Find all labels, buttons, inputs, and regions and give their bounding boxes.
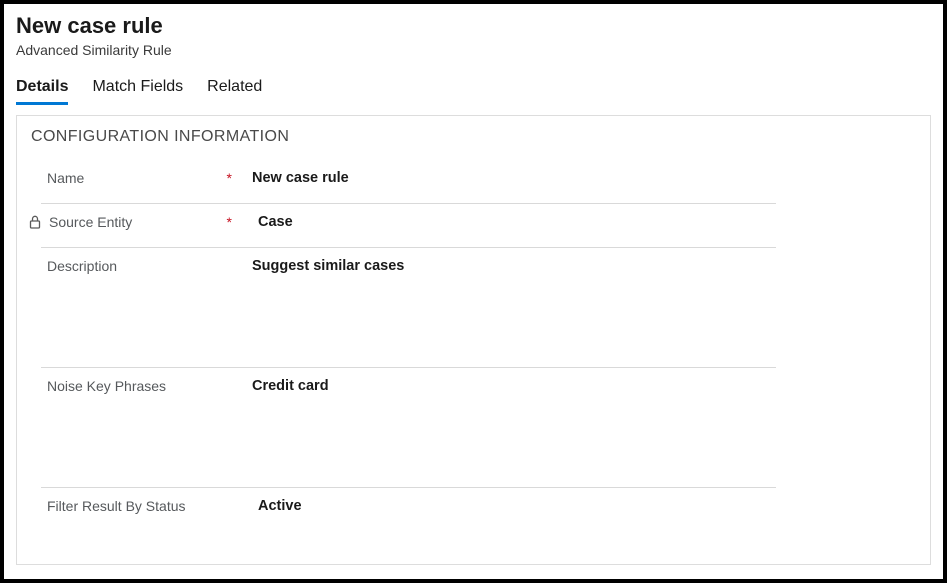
field-row-filter-status: Filter Result By Status Active [41,488,776,532]
name-field[interactable]: New case rule [236,170,776,186]
required-indicator-icon: * [227,170,232,186]
section-title: CONFIGURATION INFORMATION [31,128,916,146]
label-text: Source Entity [49,214,132,230]
page-header: New case rule Advanced Similarity Rule [16,12,931,58]
field-label-source-entity: Source Entity * [41,214,236,230]
noise-key-phrases-field[interactable]: Credit card [236,378,776,394]
page-subtitle: Advanced Similarity Rule [16,42,931,58]
field-row-noise-key-phrases: Noise Key Phrases Credit card [41,368,776,488]
field-label-filter-status: Filter Result By Status [41,498,236,514]
label-text: Description [47,258,117,274]
description-field[interactable]: Suggest similar cases [236,258,776,274]
field-label-name: Name * [41,170,236,186]
field-row-source-entity: Source Entity * Case [41,204,776,248]
lock-icon [29,215,41,229]
tab-related[interactable]: Related [207,72,262,105]
source-entity-field[interactable]: Case [236,214,776,230]
label-text: Name [47,170,84,186]
field-row-description: Description Suggest similar cases [41,248,776,368]
tab-details[interactable]: Details [16,72,68,105]
page-title: New case rule [16,12,931,41]
label-text: Filter Result By Status [47,498,186,514]
required-indicator-icon: * [227,214,232,230]
field-label-description: Description [41,258,236,274]
tab-bar: Details Match Fields Related [16,72,931,105]
label-text: Noise Key Phrases [47,378,166,394]
filter-status-field[interactable]: Active [236,498,776,514]
field-row-name: Name * New case rule [41,160,776,204]
field-label-noise: Noise Key Phrases [41,378,236,394]
tab-match-fields[interactable]: Match Fields [92,72,183,105]
section-configuration: CONFIGURATION INFORMATION Name * New cas… [16,115,931,565]
